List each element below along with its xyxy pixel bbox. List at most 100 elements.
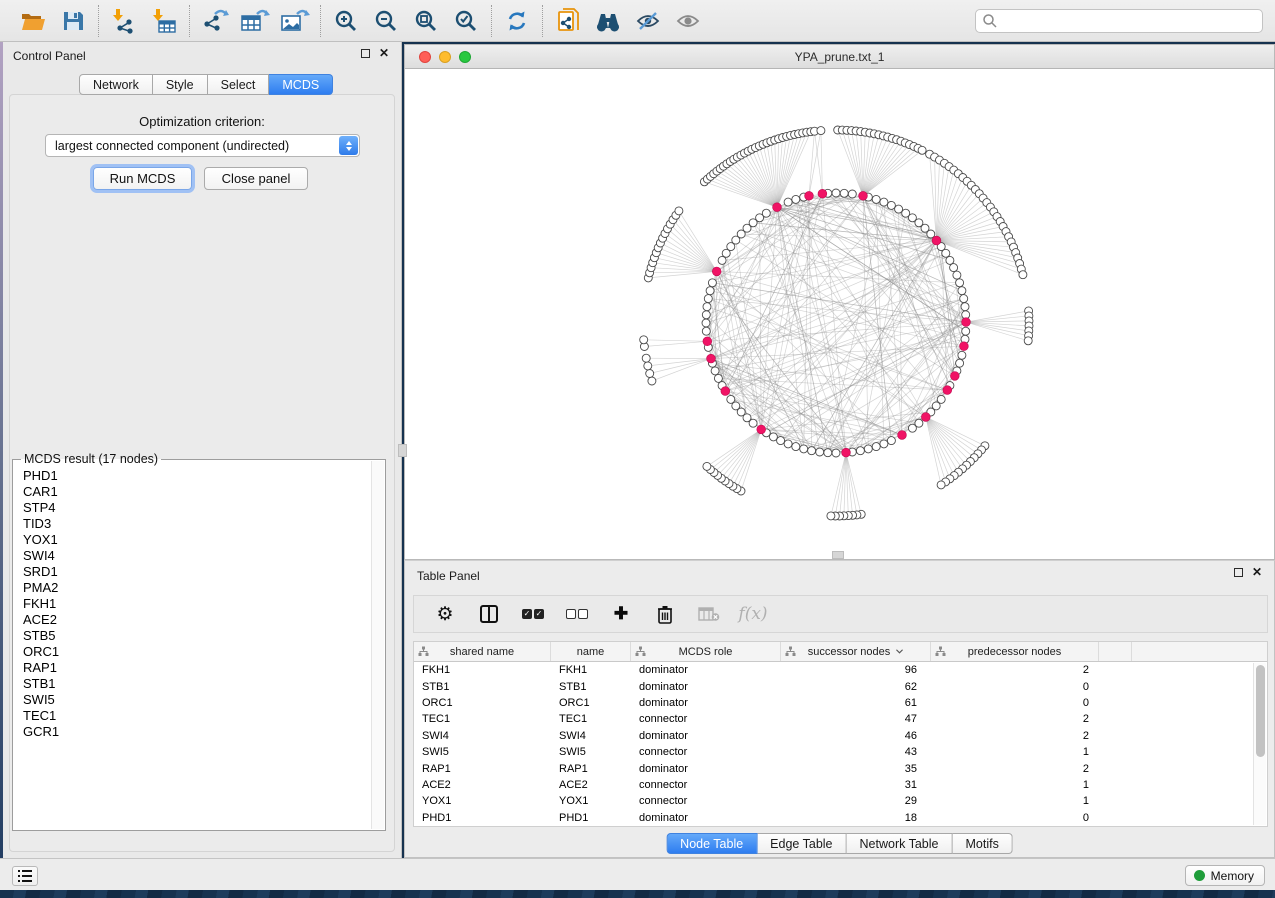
- column-header-predecessor-nodes[interactable]: predecessor nodes: [931, 642, 1099, 661]
- tab-style[interactable]: Style: [153, 74, 208, 95]
- table-cell[interactable]: connector: [631, 795, 781, 807]
- export-table-icon[interactable]: [240, 7, 270, 35]
- table-cell[interactable]: ACE2: [551, 779, 631, 791]
- import-network-icon[interactable]: [109, 7, 139, 35]
- table-cell[interactable]: 0: [931, 812, 1099, 824]
- export-image-icon[interactable]: [280, 7, 310, 35]
- split-view-icon[interactable]: [476, 600, 502, 628]
- table-cell[interactable]: 61: [781, 697, 931, 709]
- table-cell[interactable]: 35: [781, 763, 931, 775]
- table-cell[interactable]: PHD1: [414, 812, 551, 824]
- table-cell[interactable]: FKH1: [551, 664, 631, 676]
- table-row[interactable]: ACE2ACE2connector311: [414, 777, 1267, 793]
- mcds-result-item[interactable]: SRD1: [15, 564, 370, 580]
- export-network-icon[interactable]: [200, 7, 230, 35]
- table-row[interactable]: ORC1ORC1dominator610: [414, 695, 1267, 711]
- vertical-splitter-handle[interactable]: [398, 444, 407, 457]
- mcds-result-item[interactable]: STB5: [15, 628, 370, 644]
- mcds-result-item[interactable]: SWI5: [15, 692, 370, 708]
- table-cell[interactable]: dominator: [631, 812, 781, 824]
- mcds-result-item[interactable]: STB1: [15, 676, 370, 692]
- column-header-shared-name[interactable]: shared name: [414, 642, 551, 661]
- table-cell[interactable]: 96: [781, 664, 931, 676]
- mcds-result-item[interactable]: RAP1: [15, 660, 370, 676]
- table-cell[interactable]: 0: [931, 697, 1099, 709]
- table-cell[interactable]: ORC1: [551, 697, 631, 709]
- table-cell[interactable]: PHD1: [551, 812, 631, 824]
- table-row[interactable]: SWI5SWI5connector431: [414, 744, 1267, 760]
- table-scrollbar[interactable]: [1253, 663, 1266, 825]
- tab-select[interactable]: Select: [208, 74, 270, 95]
- table-cell[interactable]: 2: [931, 713, 1099, 725]
- column-header-mcds-role[interactable]: MCDS role: [631, 642, 781, 661]
- network-canvas[interactable]: [405, 69, 1274, 559]
- mcds-result-item[interactable]: YOX1: [15, 532, 370, 548]
- deselect-all-icon[interactable]: [564, 600, 590, 628]
- search-field[interactable]: [975, 9, 1263, 33]
- tab-node-table[interactable]: Node Table: [666, 833, 757, 854]
- eye-icon[interactable]: [673, 7, 703, 35]
- table-cell[interactable]: YOX1: [414, 795, 551, 807]
- save-icon[interactable]: [58, 7, 88, 35]
- eye-slash-icon[interactable]: [633, 7, 663, 35]
- import-table-icon[interactable]: [149, 7, 179, 35]
- mcds-result-item[interactable]: GCR1: [15, 724, 370, 740]
- table-cell[interactable]: 2: [931, 763, 1099, 775]
- table-cell[interactable]: 1: [931, 795, 1099, 807]
- table-cell[interactable]: 43: [781, 746, 931, 758]
- table-cell[interactable]: TEC1: [551, 713, 631, 725]
- column-header-successor-nodes[interactable]: successor nodes: [781, 642, 931, 661]
- mcds-result-item[interactable]: PHD1: [15, 468, 370, 484]
- table-cell[interactable]: 29: [781, 795, 931, 807]
- table-cell[interactable]: 2: [931, 664, 1099, 676]
- table-cell[interactable]: FKH1: [414, 664, 551, 676]
- mcds-result-item[interactable]: TID3: [15, 516, 370, 532]
- binoculars-icon[interactable]: [593, 7, 623, 35]
- table-cell[interactable]: STB1: [414, 681, 551, 693]
- table-row[interactable]: TEC1TEC1connector472: [414, 711, 1267, 727]
- float-table-panel-icon[interactable]: [1234, 568, 1243, 577]
- mcds-list-scrollbar[interactable]: [371, 461, 384, 829]
- table-cell[interactable]: SWI4: [414, 730, 551, 742]
- mcds-result-item[interactable]: TEC1: [15, 708, 370, 724]
- mcds-result-item[interactable]: PMA2: [15, 580, 370, 596]
- table-cell[interactable]: connector: [631, 713, 781, 725]
- table-cell[interactable]: 47: [781, 713, 931, 725]
- zoom-fit-icon[interactable]: [411, 7, 441, 35]
- select-all-icon[interactable]: ✓✓: [520, 600, 546, 628]
- close-panel-button[interactable]: Close panel: [204, 167, 308, 190]
- table-cell[interactable]: 0: [931, 681, 1099, 693]
- table-cell[interactable]: connector: [631, 779, 781, 791]
- float-panel-icon[interactable]: [361, 49, 370, 58]
- delete-column-icon[interactable]: [652, 600, 678, 628]
- horizontal-splitter-handle[interactable]: [832, 551, 844, 559]
- criterion-dropdown[interactable]: largest connected component (undirected): [45, 134, 360, 157]
- table-row[interactable]: PHD1PHD1dominator180: [414, 810, 1267, 826]
- gear-icon[interactable]: ⚙: [432, 600, 458, 628]
- table-cell[interactable]: 1: [931, 746, 1099, 758]
- run-mcds-button[interactable]: Run MCDS: [93, 167, 192, 190]
- table-row[interactable]: FKH1FKH1dominator962: [414, 662, 1267, 678]
- table-row[interactable]: RAP1RAP1dominator352: [414, 760, 1267, 776]
- open-file-icon[interactable]: [18, 7, 48, 35]
- table-cell[interactable]: TEC1: [414, 713, 551, 725]
- zoom-in-icon[interactable]: [331, 7, 361, 35]
- table-cell[interactable]: ORC1: [414, 697, 551, 709]
- table-cell[interactable]: RAP1: [414, 763, 551, 775]
- close-panel-icon[interactable]: ✕: [379, 48, 389, 58]
- table-cell[interactable]: dominator: [631, 664, 781, 676]
- table-cell[interactable]: SWI4: [551, 730, 631, 742]
- tab-network[interactable]: Network: [79, 74, 153, 95]
- table-cell[interactable]: RAP1: [551, 763, 631, 775]
- table-cell[interactable]: 1: [931, 779, 1099, 791]
- table-cell[interactable]: 46: [781, 730, 931, 742]
- mcds-result-item[interactable]: ORC1: [15, 644, 370, 660]
- zoom-selected-icon[interactable]: [451, 7, 481, 35]
- tab-motifs[interactable]: Motifs: [952, 833, 1012, 854]
- table-cell[interactable]: 18: [781, 812, 931, 824]
- table-row[interactable]: SWI4SWI4dominator462: [414, 728, 1267, 744]
- network-window-titlebar[interactable]: YPA_prune.txt_1: [405, 45, 1274, 69]
- task-history-button[interactable]: [12, 866, 38, 886]
- mcds-result-item[interactable]: FKH1: [15, 596, 370, 612]
- close-table-panel-icon[interactable]: ✕: [1252, 567, 1262, 577]
